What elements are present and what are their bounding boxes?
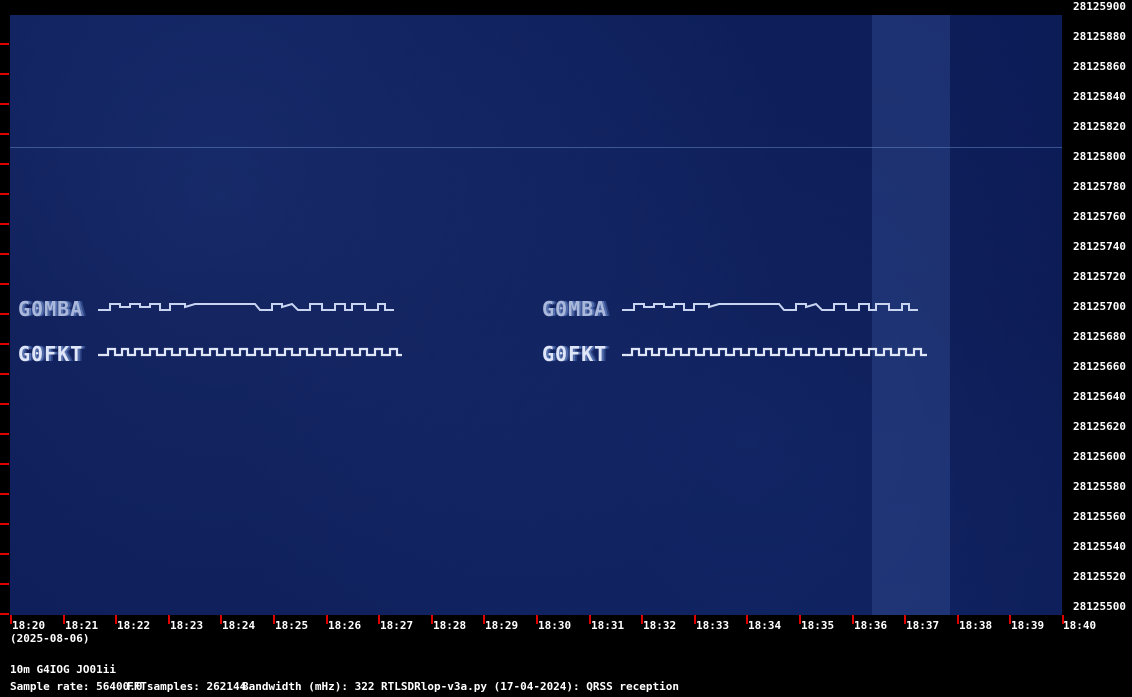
time-tick-label: 18:27 (380, 619, 414, 632)
frequency-tick-mark (0, 313, 9, 315)
time-tick-label: 18:31 (591, 619, 625, 632)
time-tick-label: 18:20 (12, 619, 46, 632)
station-label: 10m G4IOG JO01ii (10, 663, 116, 676)
trace-lower-2 (622, 347, 927, 357)
software-label: RTLSDRlop-v3a.py (17-04-2024): QRSS rece… (381, 680, 680, 693)
trace-upper-2 (622, 302, 918, 311)
date-label: (2025-08-06) (10, 632, 90, 645)
time-tick-label: 18:38 (959, 619, 993, 632)
frequency-tick-mark (0, 193, 9, 195)
time-tick-label: 18:36 (854, 619, 888, 632)
frequency-tick-mark (0, 223, 9, 225)
frequency-tick-mark (0, 583, 9, 585)
frequency-tick-label: 28125700 (1073, 300, 1126, 313)
time-tick-label: 18:39 (1011, 619, 1045, 632)
time-tick-label: 18:21 (65, 619, 99, 632)
trace-upper-1 (98, 302, 394, 311)
trace-lower-1 (98, 347, 402, 357)
signal-traces (98, 302, 927, 357)
frequency-tick-label: 28125840 (1073, 90, 1126, 103)
frequency-tick-label: 28125900 (1073, 0, 1126, 13)
time-tick-label: 18:28 (433, 619, 467, 632)
frequency-tick-label: 28125560 (1073, 510, 1126, 523)
frequency-tick-label: 28125800 (1073, 150, 1126, 163)
frequency-tick-mark (0, 343, 9, 345)
frequency-tick-label: 28125620 (1073, 420, 1126, 433)
frequency-tick-mark (0, 373, 9, 375)
frequency-tick-label: 28125520 (1073, 570, 1126, 583)
frequency-tick-mark (0, 553, 9, 555)
frequency-tick-label: 28125820 (1073, 120, 1126, 133)
frequency-tick-mark (0, 283, 9, 285)
sample-rate-label: Sample rate: 56400.0 (10, 680, 143, 693)
frequency-tick-mark (0, 433, 9, 435)
time-tick-label: 18:22 (117, 619, 151, 632)
frequency-tick-label: 28125780 (1073, 180, 1126, 193)
frequency-tick-mark (0, 73, 9, 75)
frequency-tick-mark (0, 403, 9, 405)
frequency-tick-mark (0, 43, 9, 45)
frequency-tick-mark (0, 103, 9, 105)
time-tick-label: 18:35 (801, 619, 835, 632)
time-tick-label: 18:30 (538, 619, 572, 632)
bandwidth-label: Bandwidth (mHz): 322 (242, 680, 375, 693)
frequency-tick-label: 28125680 (1073, 330, 1126, 343)
frequency-tick-mark (0, 493, 9, 495)
frequency-tick-label: 28125880 (1073, 30, 1126, 43)
fft-samples-label: FFTsamples: 262144 (127, 680, 247, 693)
frequency-tick-label: 28125860 (1073, 60, 1126, 73)
frequency-tick-mark (0, 133, 9, 135)
time-tick-label: 18:25 (275, 619, 309, 632)
frequency-tick-label: 28125720 (1073, 270, 1126, 283)
frequency-tick-mark (0, 613, 9, 615)
time-tick-label: 18:23 (170, 619, 204, 632)
time-tick-label: 18:37 (906, 619, 940, 632)
time-tick-label: 18:32 (643, 619, 677, 632)
frequency-tick-label: 28125500 (1073, 600, 1126, 613)
frequency-tick-label: 28125660 (1073, 360, 1126, 373)
frequency-tick-mark (0, 163, 9, 165)
frequency-tick-label: 28125600 (1073, 450, 1126, 463)
time-tick-label: 18:34 (748, 619, 782, 632)
frequency-tick-label: 28125580 (1073, 480, 1126, 493)
frequency-tick-mark (0, 523, 9, 525)
frequency-tick-label: 28125760 (1073, 210, 1126, 223)
time-tick-label: 18:29 (485, 619, 519, 632)
frequency-tick-mark (0, 463, 9, 465)
frequency-tick-label: 28125740 (1073, 240, 1126, 253)
waterfall-spectrogram: G0MBA G0FKT G0MBA G0FKT (10, 15, 1062, 615)
frequency-tick-label: 28125640 (1073, 390, 1126, 403)
time-tick-label: 18:33 (696, 619, 730, 632)
frequency-tick-mark (0, 253, 9, 255)
time-tick-label: 18:40 (1063, 619, 1097, 632)
time-tick-label: 18:26 (328, 619, 362, 632)
frequency-tick-label: 28125540 (1073, 540, 1126, 553)
time-tick-label: 18:24 (222, 619, 256, 632)
